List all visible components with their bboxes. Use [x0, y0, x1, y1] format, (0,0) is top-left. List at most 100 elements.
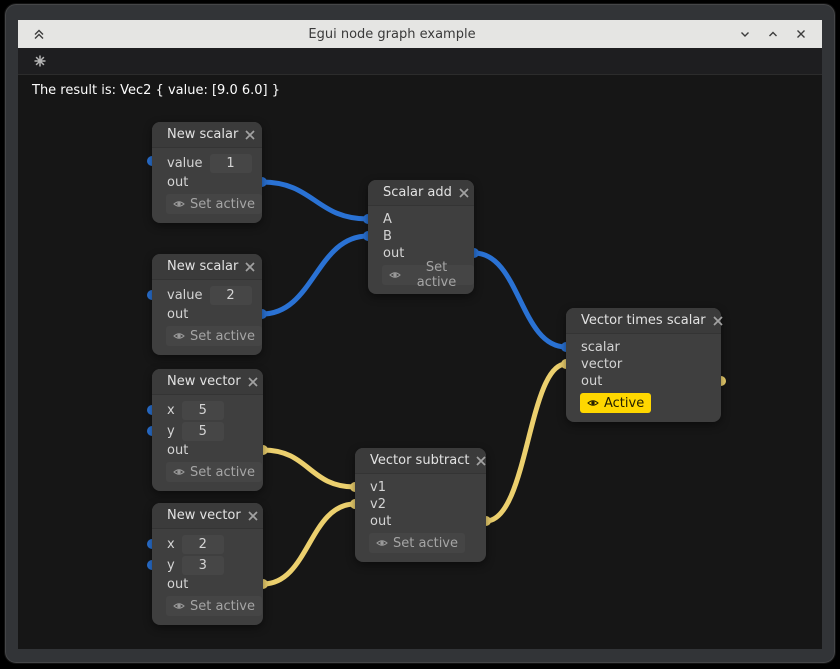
input-label: A	[383, 212, 392, 227]
node-title: Vector times scalar	[581, 313, 706, 328]
output-label: out	[167, 175, 188, 190]
node-vector-times-scalar[interactable]: Vector times scalar scalar vector out	[566, 308, 721, 422]
node-title: Scalar add	[383, 185, 452, 200]
param-label: y	[167, 424, 175, 439]
node-new-vector-2[interactable]: New vector x 2 y 3	[152, 503, 263, 625]
param-row-value: value 1	[152, 153, 262, 174]
node-close-button[interactable]	[247, 374, 259, 390]
window-title: Egui node graph example	[50, 27, 734, 42]
node-body: x 2 y 3 out	[152, 529, 263, 625]
input-row-vector: vector	[566, 356, 721, 373]
input-label: v1	[370, 480, 386, 495]
double-chevron-up-icon	[32, 27, 46, 41]
wire-vec1-to-sub-v1	[263, 450, 355, 487]
output-row-out: out	[566, 373, 721, 390]
output-label: out	[167, 443, 188, 458]
set-active-button[interactable]: Set active	[166, 462, 262, 482]
input-row-v1: v1	[355, 479, 486, 496]
eye-icon	[173, 467, 185, 477]
value-input[interactable]: 5	[182, 401, 224, 420]
node-header[interactable]: Vector subtract	[355, 448, 486, 474]
maximize-icon[interactable]	[762, 23, 784, 45]
button-label: Set active	[406, 260, 467, 290]
eye-icon	[173, 331, 185, 341]
eye-icon	[389, 270, 401, 280]
eye-icon	[376, 538, 388, 548]
node-body: x 5 y 5 out	[152, 395, 263, 491]
button-label: Set active	[190, 599, 255, 614]
wire-scalar1-to-addA	[262, 182, 368, 219]
close-icon	[475, 455, 487, 467]
button-label: Set active	[190, 329, 255, 344]
node-close-button[interactable]	[458, 185, 470, 201]
input-row-a: A	[368, 211, 474, 228]
set-active-button[interactable]: Set active	[166, 326, 262, 346]
minimize-icon[interactable]	[734, 23, 756, 45]
input-label: B	[383, 229, 392, 244]
node-new-scalar-1[interactable]: New scalar value 1 out	[152, 122, 262, 223]
node-close-button[interactable]	[244, 127, 256, 143]
node-graph-canvas[interactable]: The result is: Vec2 { value: [9.0 6.0] }	[18, 75, 822, 649]
node-close-button[interactable]	[244, 259, 256, 275]
node-scalar-add[interactable]: Scalar add A B out	[368, 180, 474, 294]
param-label: value	[167, 156, 203, 171]
node-header[interactable]: Scalar add	[368, 180, 474, 206]
node-close-button[interactable]	[712, 313, 724, 329]
close-icon	[458, 187, 470, 199]
input-label: vector	[581, 357, 622, 372]
node-header[interactable]: New vector	[152, 369, 263, 395]
value-input[interactable]: 2	[182, 535, 224, 554]
set-active-button[interactable]: Set active	[166, 194, 262, 214]
set-active-button[interactable]: Set active	[382, 265, 474, 285]
value-input[interactable]: 2	[210, 286, 252, 305]
set-active-button[interactable]: Set active	[166, 596, 262, 616]
node-title: New scalar	[167, 259, 238, 274]
eye-icon	[173, 601, 185, 611]
menubar	[18, 48, 822, 75]
output-label: out	[370, 514, 391, 529]
param-row-value: value 2	[152, 285, 262, 306]
titlebar[interactable]: Egui node graph example	[18, 20, 822, 48]
node-body: value 2 out Set active	[152, 280, 262, 355]
shade-window-icon[interactable]	[28, 23, 50, 45]
node-vector-subtract[interactable]: Vector subtract v1 v2 out	[355, 448, 486, 562]
close-window-icon[interactable]	[790, 23, 812, 45]
node-header[interactable]: New scalar	[152, 254, 262, 280]
window-content: Egui node graph example	[18, 20, 822, 649]
output-label: out	[581, 374, 602, 389]
node-title: New vector	[167, 508, 241, 523]
value-input[interactable]: 5	[182, 422, 224, 441]
param-label: x	[167, 403, 175, 418]
output-label: out	[167, 577, 188, 592]
star-icon	[33, 54, 47, 68]
chevron-up-icon	[766, 27, 780, 41]
node-header[interactable]: New scalar	[152, 122, 262, 148]
node-title: Vector subtract	[370, 453, 469, 468]
output-label: out	[383, 246, 404, 261]
close-icon	[247, 376, 259, 388]
active-button[interactable]: Active	[580, 393, 651, 413]
chevron-down-icon	[738, 27, 752, 41]
output-label: out	[167, 307, 188, 322]
node-header[interactable]: Vector times scalar	[566, 308, 721, 334]
wire-add-to-times-scalar	[474, 253, 566, 347]
node-body: value 1 out Set active	[152, 148, 262, 223]
set-active-button[interactable]: Set active	[369, 533, 465, 553]
node-new-scalar-2[interactable]: New scalar value 2 out	[152, 254, 262, 355]
node-header[interactable]: New vector	[152, 503, 263, 529]
button-label: Active	[604, 396, 644, 411]
result-text: The result is: Vec2 { value: [9.0 6.0] }	[32, 83, 280, 98]
value-input[interactable]: 1	[210, 154, 252, 173]
eye-icon	[173, 199, 185, 209]
value-input[interactable]: 3	[182, 556, 224, 575]
param-row-y: y 3	[152, 555, 263, 576]
output-row-out: out	[355, 513, 486, 530]
input-row-scalar: scalar	[566, 339, 721, 356]
node-new-vector-1[interactable]: New vector x 5 y 5	[152, 369, 263, 491]
star-menu-button[interactable]	[30, 51, 50, 71]
button-label: Set active	[190, 465, 255, 480]
node-close-button[interactable]	[475, 453, 487, 469]
output-row-out: out	[152, 576, 263, 593]
node-close-button[interactable]	[247, 508, 259, 524]
node-title: New vector	[167, 374, 241, 389]
